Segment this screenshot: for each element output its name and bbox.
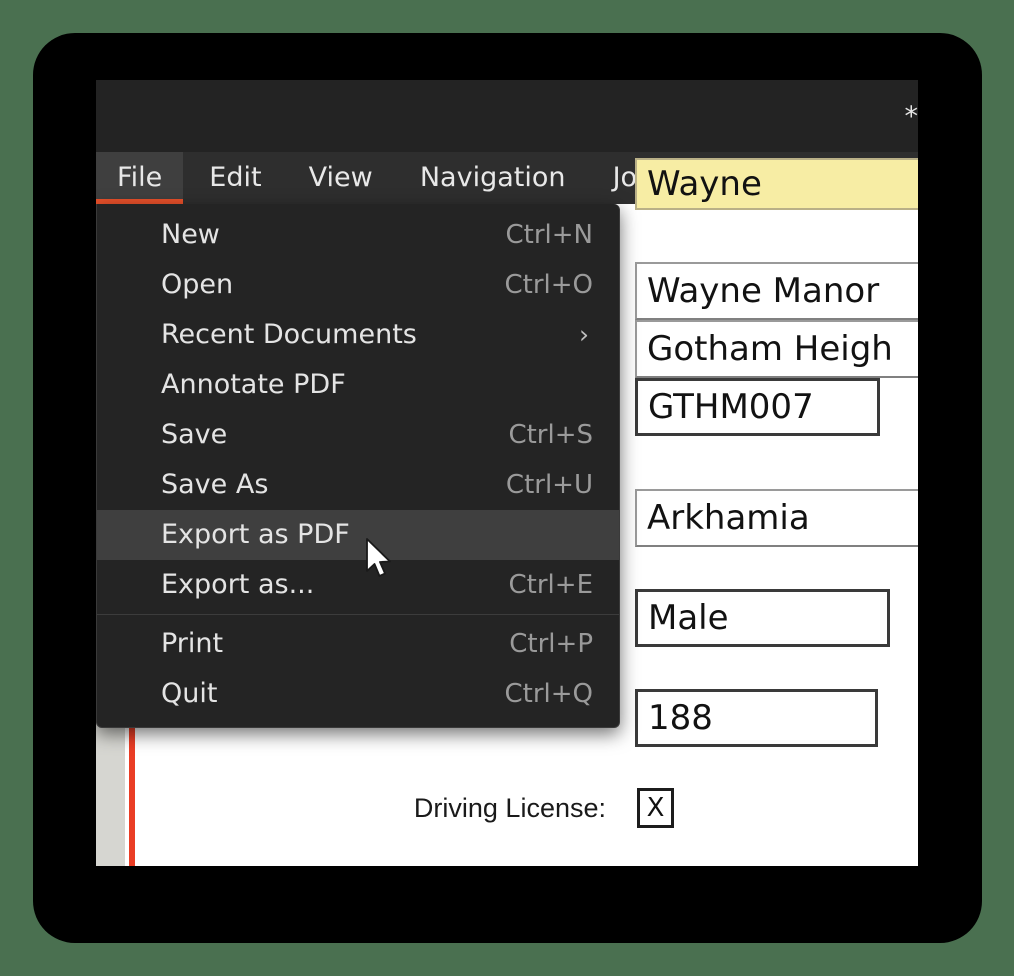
menu-item-label: Annotate PDF (161, 369, 346, 400)
menu-item-label: Save (161, 419, 228, 450)
driving-license-label: Driving License: (413, 793, 606, 823)
chevron-right-icon: › (579, 320, 589, 349)
menu-item-shortcut: Ctrl+O (504, 270, 593, 300)
title-bar: * (96, 80, 918, 152)
menu-item-annotate-pdf[interactable]: Annotate PDF (97, 360, 619, 410)
address-line1-field[interactable]: Wayne Manor (635, 262, 918, 320)
menu-item-save[interactable]: Save Ctrl+S (97, 410, 619, 460)
menu-item-label: Export as PDF (161, 519, 350, 550)
menu-item-save-as[interactable]: Save As Ctrl+U (97, 460, 619, 510)
surname-field[interactable]: Wayne (635, 158, 918, 210)
window-title: * (904, 101, 919, 132)
menu-item-recent-documents[interactable]: Recent Documents › (97, 310, 619, 360)
file-dropdown-menu: New Ctrl+N Open Ctrl+O Recent Documents … (96, 204, 620, 728)
menu-item-label: Quit (161, 678, 218, 709)
menu-bar-item-navigation[interactable]: Navigation (399, 152, 587, 204)
menu-item-new[interactable]: New Ctrl+N (97, 210, 619, 260)
menu-item-shortcut: Ctrl+S (508, 420, 593, 450)
menu-item-label: Recent Documents (161, 319, 417, 350)
menu-item-shortcut: Ctrl+Q (504, 679, 593, 709)
menu-item-export-as-pdf[interactable]: Export as PDF (97, 510, 619, 560)
menu-item-shortcut: Ctrl+N (505, 220, 594, 250)
menu-item-export-as[interactable]: Export as... Ctrl+E (97, 560, 619, 610)
menu-separator (97, 614, 619, 615)
menu-item-print[interactable]: Print Ctrl+P (97, 619, 619, 669)
address-line2-field[interactable]: Gotham Heigh (635, 320, 918, 378)
menu-item-shortcut: Ctrl+E (508, 570, 593, 600)
postcode-field[interactable]: GTHM007 (635, 378, 880, 436)
menu-item-label: Print (161, 628, 224, 659)
menu-item-label: Save As (161, 469, 269, 500)
menu-bar-item-file[interactable]: File (96, 152, 184, 204)
menu-item-label: Export as... (161, 569, 315, 600)
menu-item-open[interactable]: Open Ctrl+O (97, 260, 619, 310)
menu-item-label: Open (161, 269, 234, 300)
menu-item-shortcut: Ctrl+P (509, 629, 593, 659)
menu-item-label: New (161, 219, 220, 250)
menu-item-shortcut: Ctrl+U (505, 470, 593, 500)
driving-license-checkbox[interactable]: X (637, 788, 674, 828)
menu-bar-item-view[interactable]: View (288, 152, 394, 204)
menu-item-quit[interactable]: Quit Ctrl+Q (97, 669, 619, 719)
gender-field[interactable]: Male (635, 589, 890, 647)
height-field[interactable]: 188 (635, 689, 878, 747)
nationality-field[interactable]: Arkhamia (635, 489, 918, 547)
menu-bar-item-edit[interactable]: Edit (188, 152, 282, 204)
